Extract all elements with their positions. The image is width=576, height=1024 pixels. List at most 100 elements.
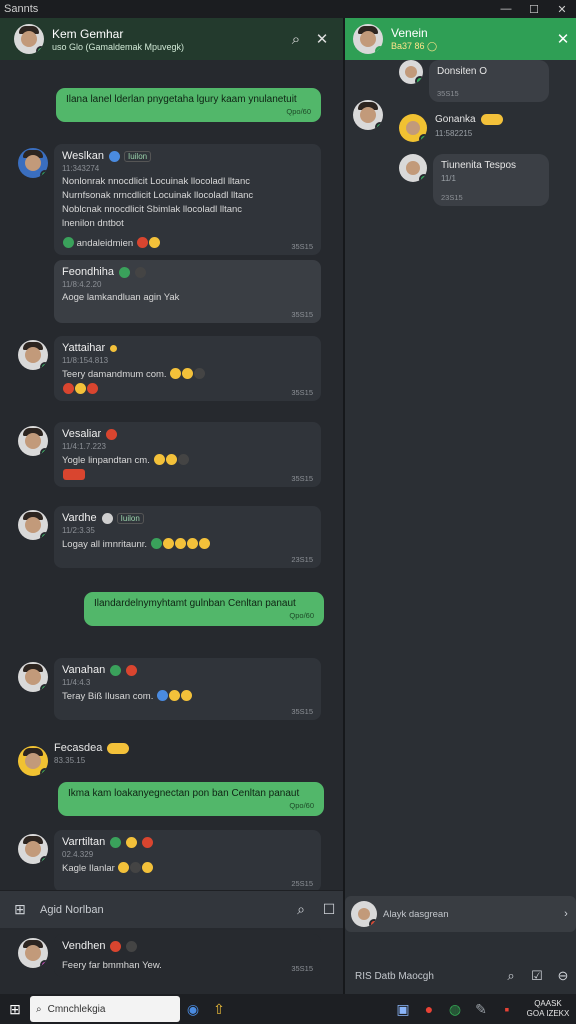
sender-name: Vanahan bbox=[62, 664, 106, 676]
list-item[interactable]: Varrtiltan 02.4.329 Kagle Ilanlar 25S15 bbox=[18, 830, 321, 892]
message-line: Logay all imnritaunr. bbox=[62, 539, 148, 550]
right-chat-pane: Venein Ba37 86 ◯ ✕ Donsiten O 35S15 Gona… bbox=[345, 18, 576, 994]
composer-input[interactable]: Alayk dasgrean bbox=[383, 909, 556, 920]
list-item[interactable]: Feondhiha 11/8:4.2.20 Aoge lamkandluan a… bbox=[18, 260, 321, 323]
emoji-icon bbox=[180, 690, 192, 701]
close-icon[interactable]: ✕ bbox=[309, 30, 335, 48]
message-feed: Ilana lanel lderlan pnygetaha lgury kaam… bbox=[0, 60, 343, 908]
search-icon[interactable]: ⌕ bbox=[283, 31, 309, 48]
system-clock[interactable]: QAASK GOA IZEKX bbox=[520, 999, 576, 1019]
list-item[interactable]: Weslkan Iuilon 11:343274 Nonlonrak nnocdl… bbox=[18, 144, 321, 255]
browser-icon[interactable]: ◉ bbox=[180, 1001, 206, 1018]
emoji-icon bbox=[63, 237, 74, 248]
search-icon: ⌕ bbox=[36, 1003, 42, 1015]
item-name: Gonanka bbox=[435, 114, 476, 125]
header-avatar[interactable] bbox=[14, 24, 44, 54]
emoji-icon bbox=[110, 664, 122, 676]
reaction-icon bbox=[480, 114, 503, 125]
emoji-icon bbox=[170, 368, 182, 379]
sender-name: Fecasdea bbox=[54, 742, 103, 754]
chrome-icon[interactable]: ◍ bbox=[442, 1001, 468, 1018]
emoji-icon bbox=[126, 836, 138, 848]
chat-subtitle: uso Glo (Gamaldemak Mpuvegk) bbox=[52, 41, 185, 52]
message-stamp: 35S15 bbox=[291, 310, 313, 319]
emoji-icon bbox=[130, 862, 142, 873]
clock-line: GOA IZEKX bbox=[526, 1009, 570, 1018]
message-composer[interactable]: ⊞ Agid Norlban ⌕ ☐ bbox=[0, 890, 343, 928]
apps-grid-icon[interactable]: ⊞ bbox=[0, 901, 40, 918]
maximize-button[interactable]: ☐ bbox=[520, 3, 548, 16]
media-icon[interactable]: ▪ bbox=[494, 1001, 520, 1017]
avatar bbox=[18, 834, 48, 864]
message-line: Nonlonrak nnocdlicit Locuinak llocoladl … bbox=[62, 176, 250, 187]
emoji-icon bbox=[198, 538, 210, 549]
list-item[interactable]: Fecasdea 83.35.15 bbox=[18, 742, 321, 776]
upload-icon[interactable]: ⇧ bbox=[206, 1001, 232, 1018]
outgoing-message: Ilandardelnymyhtamt gulnban Cenltan pana… bbox=[84, 592, 324, 626]
list-item[interactable]: Gonanka 11:582215 bbox=[399, 114, 503, 142]
windows-start-icon[interactable]: ⊞ bbox=[0, 1001, 30, 1018]
message-line: Feery far bmmhan Yew. bbox=[62, 960, 162, 971]
emoji-icon bbox=[87, 383, 98, 394]
bottom-input[interactable]: RIS Datb Maocgh bbox=[345, 971, 498, 982]
list-item[interactable]: Vesaliar 11/4:1.7.223 Yogle linpandtan c… bbox=[18, 422, 321, 487]
emoji-icon bbox=[165, 454, 177, 465]
message-line: Noblcnak nnocdlicit Sbimlak llocoladl ll… bbox=[62, 204, 243, 215]
message-line: lnenilon dntbot bbox=[62, 218, 124, 229]
emoji-icon bbox=[136, 237, 148, 248]
avatar bbox=[18, 746, 48, 776]
item-stamp: 35S15 bbox=[437, 89, 459, 98]
list-item[interactable]: Vardhe Iuilon 11/2:3.35 Logay all imnrita… bbox=[18, 506, 321, 568]
compose-icon[interactable]: ☐ bbox=[315, 901, 343, 918]
message-time: 11/8:154.813 bbox=[62, 356, 109, 365]
maps-icon[interactable]: ● bbox=[416, 1001, 442, 1017]
right-bottom-bar: RIS Datb Maocgh ⌕ ☑ ⊖ bbox=[345, 958, 576, 994]
composer-input[interactable]: Agid Norlban bbox=[40, 904, 287, 916]
inbox-icon[interactable]: ☑ bbox=[524, 968, 550, 984]
emoji-icon bbox=[106, 428, 118, 440]
emoji-icon bbox=[119, 266, 130, 278]
chat-subtitle: Ba37 86 ◯ bbox=[391, 41, 438, 51]
right-composer[interactable]: Alayk dasgrean › bbox=[345, 896, 576, 932]
close-window-button[interactable]: ✕ bbox=[548, 3, 576, 16]
sender-name: Varrtiltan bbox=[62, 836, 106, 848]
search-icon[interactable]: ⌕ bbox=[498, 968, 524, 984]
emoji-icon bbox=[108, 150, 120, 162]
search-icon[interactable]: ⌕ bbox=[287, 901, 315, 918]
emoji-icon bbox=[118, 862, 130, 873]
minimize-button[interactable]: — bbox=[492, 3, 520, 15]
clock-line: QAASK bbox=[534, 999, 562, 1008]
left-chat-pane: Kem Gemhar uso Glo (Gamaldemak Mpuvegk) … bbox=[0, 18, 343, 994]
emoji-icon bbox=[153, 454, 165, 465]
emoji-icon bbox=[63, 383, 74, 394]
taskbar-search[interactable]: ⌕ Cmnchlekgia bbox=[30, 996, 180, 1022]
chat-title: Kem Gemhar bbox=[52, 26, 124, 41]
avatar bbox=[18, 938, 48, 968]
chevron-right-icon[interactable]: › bbox=[556, 908, 576, 920]
list-item[interactable]: Yattaihar 11/8:154.813 Teery damandmum c… bbox=[18, 336, 321, 401]
emoji-icon bbox=[174, 538, 186, 549]
list-item[interactable]: Tiunenita Tespos 11/1 23S15 bbox=[399, 154, 549, 206]
avatar bbox=[18, 340, 48, 370]
sender-name: Vesaliar bbox=[62, 428, 102, 440]
sender-name: Vardhe bbox=[62, 512, 97, 524]
files-icon[interactable]: ▣ bbox=[390, 1001, 416, 1018]
message-line: Teray Biß Ilusan com. bbox=[62, 691, 154, 702]
list-item[interactable]: Vanahan 11/4:4.3 Teray Biß Ilusan com. 3… bbox=[18, 658, 321, 720]
list-item[interactable]: Donsiten O 35S15 bbox=[399, 60, 549, 102]
preview-row[interactable]: Vendhen Feery far bmmhan Yew. 35S15 bbox=[0, 930, 343, 994]
sender-tag: Iuilon bbox=[116, 512, 144, 524]
list-item[interactable]: Vendhen Feery far bmmhan Yew. 35S15 bbox=[18, 934, 321, 977]
outgoing-message: Ikma kam loakanyegnectan pon ban Cenltan… bbox=[58, 782, 324, 816]
emoji-icon bbox=[148, 237, 160, 248]
pen-icon[interactable]: ✎ bbox=[468, 1001, 494, 1018]
item-name: Donsiten O bbox=[437, 66, 488, 77]
message-stamp: 35S15 bbox=[291, 242, 313, 251]
close-icon[interactable]: ✕ bbox=[550, 30, 576, 48]
message-time: 11/2:3.35 bbox=[62, 526, 95, 535]
taskbar-search-placeholder: Cmnchlekgia bbox=[47, 1003, 106, 1015]
header-avatar[interactable] bbox=[353, 24, 383, 54]
more-icon[interactable]: ⊖ bbox=[550, 968, 576, 984]
sender-tag: Iuilon bbox=[123, 150, 152, 162]
message-time: 11/4:1.7.223 bbox=[62, 442, 106, 451]
